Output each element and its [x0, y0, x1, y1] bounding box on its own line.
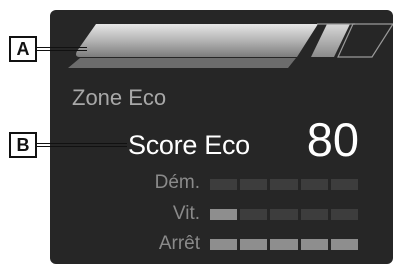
score-bar-segment [240, 179, 268, 190]
score-bar-segment [270, 179, 298, 190]
score-bar-segment [300, 209, 328, 220]
zone-eco-title: Zone Eco [72, 85, 167, 110]
score-bar-segment [330, 209, 359, 220]
score-bar-segment [330, 179, 359, 190]
start-score-bar [210, 179, 359, 190]
score-bar-segment [210, 239, 238, 250]
score-eco-value: 80 [306, 113, 359, 166]
score-bar-segment [270, 239, 298, 250]
score-bar-segment [300, 179, 328, 190]
score-bar-segment [330, 239, 359, 250]
stop-label: Arrêt [158, 233, 200, 254]
eco-zone-gauge-end [311, 24, 350, 57]
score-bar-segment [300, 239, 328, 250]
callout-a-label: A [9, 36, 37, 62]
eco-zone-gauge [68, 23, 393, 68]
stop-score-bar [210, 239, 359, 250]
speed-label: Vit. [172, 203, 200, 224]
speed-score-bar [210, 209, 359, 220]
callout-b-label: B [9, 132, 37, 158]
score-eco-label: Score Eco [128, 130, 250, 160]
callout-b-leader-line [37, 143, 127, 147]
score-bar-segment [240, 239, 268, 250]
score-bar-segment [240, 209, 268, 220]
eco-indicator-display: Zone Eco Score Eco 80 Dém. Vit. Arrêt [50, 10, 393, 264]
score-bar-segment [210, 209, 238, 220]
callout-a-leader-line [37, 47, 87, 51]
eco-zone-gauge-sweep [68, 58, 296, 68]
eco-zone-gauge-fill [76, 24, 318, 57]
score-bar-segment [210, 179, 238, 190]
start-label: Dém. [154, 172, 200, 193]
score-bar-segment [270, 209, 298, 220]
